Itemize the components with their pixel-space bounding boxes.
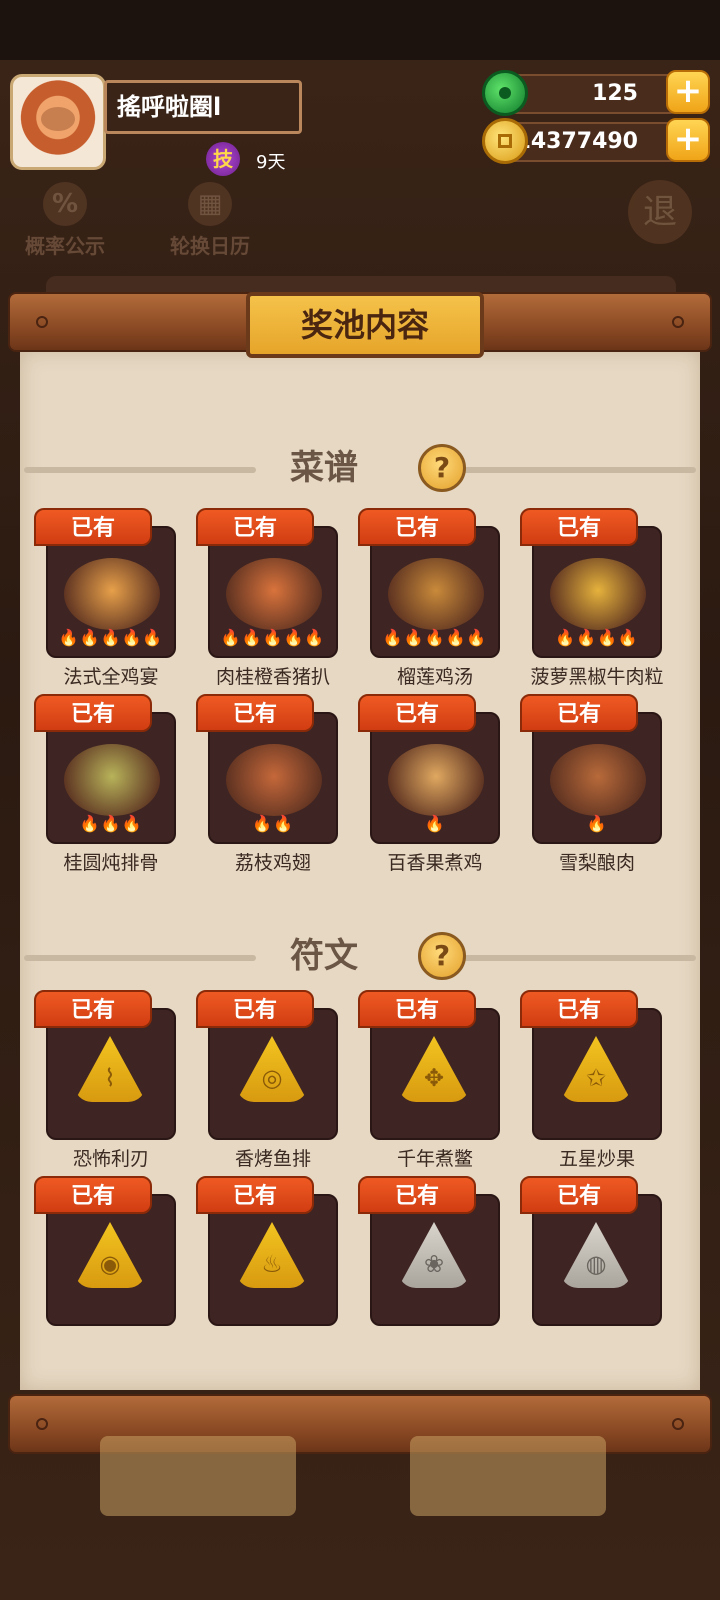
probability-label: 概率公示 [25, 234, 105, 258]
owned-tag: 已有 [520, 1176, 638, 1214]
owned-tag: 已有 [520, 990, 638, 1028]
recipe-card[interactable]: 🔥🔥🔥🔥🔥 已有法式全鸡宴 [34, 508, 176, 688]
dish-icon [388, 744, 484, 816]
dish-icon [388, 558, 484, 630]
recipe-name: 菠萝黑椒牛肉粒 [530, 666, 664, 688]
calendar-label: 轮换日历 [170, 234, 250, 258]
dish-icon [226, 744, 322, 816]
recipes-help-icon[interactable]: ? [418, 444, 466, 492]
rarity-flames-icon: 🔥🔥🔥 [79, 814, 143, 833]
rarity-flames-icon: 🔥🔥 [252, 814, 294, 833]
dimmed-draw-ten-button [410, 1436, 606, 1516]
owned-tag: 已有 [34, 990, 152, 1028]
probability-button[interactable]: % 概率公示 [18, 182, 112, 259]
recipe-card[interactable]: 🔥🔥🔥🔥🔥 已有榴莲鸡汤 [358, 508, 500, 688]
rarity-flames-icon: 🔥🔥🔥🔥 [555, 628, 639, 647]
owned-tag: 已有 [196, 508, 314, 546]
rune-card[interactable]: ❀ 已有 [358, 1176, 500, 1326]
modal-title: 奖池内容 [246, 292, 484, 358]
rune-glyph-icon: ⌇ [104, 1064, 116, 1092]
dish-icon [64, 744, 160, 816]
skill-days: 9天 [256, 152, 286, 173]
recipe-name: 百香果煮鸡 [387, 852, 483, 874]
recipe-card[interactable]: 🔥🔥🔥 已有桂圆炖排骨 [34, 694, 176, 874]
owned-tag: 已有 [196, 990, 314, 1028]
recipe-name: 荔枝鸡翅 [234, 852, 311, 874]
runes-label: 符文 [290, 936, 358, 976]
dish-icon [226, 558, 322, 630]
rune-card[interactable]: ⌇ 已有恐怖利刃 [34, 990, 176, 1170]
rod-bolt-icon [36, 1418, 48, 1430]
dish-icon [550, 558, 646, 630]
player-name: 搖呼啦圈l [104, 80, 302, 134]
rune-glyph-icon: ✥ [423, 1064, 445, 1092]
runes-section-header: 符文 ? [20, 928, 700, 984]
recipe-card[interactable]: 🔥 已有百香果煮鸡 [358, 694, 500, 874]
owned-tag: 已有 [358, 990, 476, 1028]
rune-glyph-icon: ◉ [99, 1250, 121, 1278]
recipe-card[interactable]: 🔥🔥🔥🔥🔥 已有肉桂橙香猪扒 [196, 508, 338, 688]
jade-icon [482, 70, 528, 116]
rarity-flames-icon: 🔥 [424, 814, 446, 833]
recipe-name: 肉桂橙香猪扒 [215, 666, 330, 688]
rune-glyph-icon: ❀ [423, 1250, 445, 1278]
runes-help-icon[interactable]: ? [418, 932, 466, 980]
rune-glyph-icon: ✩ [585, 1064, 607, 1092]
rune-card[interactable]: ◍ 已有 [520, 1176, 662, 1326]
owned-tag: 已有 [520, 508, 638, 546]
skill-badge-icon[interactable]: 技 [206, 142, 240, 176]
owned-tag: 已有 [34, 508, 152, 546]
dimmed-draw-one-button [100, 1436, 296, 1516]
rarity-flames-icon: 🔥🔥🔥🔥🔥 [58, 628, 164, 647]
recipe-name: 榴莲鸡汤 [396, 666, 473, 688]
recipe-card[interactable]: 🔥 已有雪梨酿肉 [520, 694, 662, 874]
recipe-name: 桂圆炖排骨 [63, 852, 159, 874]
rune-glyph-icon: ◎ [261, 1064, 283, 1092]
calendar-icon: ▦ [188, 182, 232, 226]
rarity-flames-icon: 🔥 [586, 814, 608, 833]
add-coins-button[interactable]: + [666, 118, 710, 162]
calendar-button[interactable]: ▦ 轮换日历 [162, 182, 258, 259]
dish-icon [64, 558, 160, 630]
recipe-name: 雪梨酿肉 [558, 852, 635, 874]
owned-tag: 已有 [358, 1176, 476, 1214]
rune-card[interactable]: ◉ 已有 [34, 1176, 176, 1326]
rune-name: 恐怖利刃 [72, 1148, 149, 1170]
owned-tag: 已有 [34, 1176, 152, 1214]
rune-name: 千年煮鳖 [396, 1148, 473, 1170]
owned-tag: 已有 [520, 694, 638, 732]
exit-button[interactable]: 退 [628, 180, 692, 244]
recipe-card[interactable]: 🔥🔥🔥🔥 已有菠萝黑椒牛肉粒 [520, 508, 664, 688]
rune-name: 香烤鱼排 [234, 1148, 311, 1170]
rune-card[interactable]: ♨ 已有 [196, 1176, 338, 1326]
recipe-card[interactable]: 🔥🔥 已有荔枝鸡翅 [196, 694, 338, 874]
rod-bolt-icon [36, 316, 48, 328]
rarity-flames-icon: 🔥🔥🔥🔥🔥 [382, 628, 488, 647]
rune-card[interactable]: ✩ 已有五星炒果 [520, 990, 662, 1170]
owned-tag: 已有 [34, 694, 152, 732]
rod-bolt-icon [672, 1418, 684, 1430]
rarity-flames-icon: 🔥🔥🔥🔥🔥 [220, 628, 326, 647]
add-jade-button[interactable]: + [666, 70, 710, 114]
recipes-section-header: 菜谱 ? [20, 440, 700, 496]
dish-icon [550, 744, 646, 816]
rune-card[interactable]: ◎ 已有香烤鱼排 [196, 990, 338, 1170]
player-avatar[interactable] [10, 74, 106, 170]
rune-name: 五星炒果 [558, 1148, 635, 1170]
status-bar [0, 0, 720, 60]
coin-icon [482, 118, 528, 164]
rune-glyph-icon: ◍ [585, 1250, 607, 1278]
owned-tag: 已有 [196, 694, 314, 732]
recipe-name: 法式全鸡宴 [63, 666, 159, 688]
owned-tag: 已有 [358, 508, 476, 546]
rod-bolt-icon [672, 316, 684, 328]
rune-glyph-icon: ♨ [261, 1250, 283, 1278]
owned-tag: 已有 [358, 694, 476, 732]
recipes-label: 菜谱 [290, 448, 358, 488]
owned-tag: 已有 [196, 1176, 314, 1214]
rune-card[interactable]: ✥ 已有千年煮鳖 [358, 990, 500, 1170]
percent-gear-icon: % [43, 182, 87, 226]
